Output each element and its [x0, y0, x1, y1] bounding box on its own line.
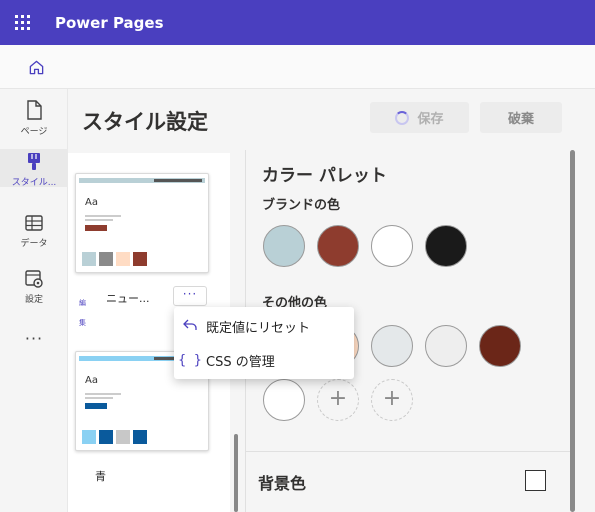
other-color-swatch[interactable]	[263, 379, 305, 421]
edit-icon[interactable]: 編集	[79, 293, 91, 333]
home-bar	[0, 45, 595, 89]
theme-card[interactable]: Aa	[75, 173, 209, 273]
background-color-swatch[interactable]	[525, 470, 546, 491]
add-color-button[interactable]: +	[317, 379, 359, 421]
other-color-swatch[interactable]	[371, 325, 413, 367]
save-button[interactable]: 保存	[370, 102, 469, 133]
nav-item-data[interactable]: データ	[0, 213, 68, 249]
paintbrush-icon	[28, 153, 40, 170]
manage-css-label: CSS の管理	[206, 355, 275, 370]
brand-color-swatch[interactable]	[263, 225, 305, 267]
theme-preview-text: Aa	[85, 197, 98, 208]
divider	[246, 451, 571, 452]
theme-preview-text: Aa	[85, 375, 98, 386]
palette-scrollbar[interactable]	[570, 150, 575, 512]
settings-icon	[25, 270, 43, 288]
spinner-icon	[395, 110, 410, 125]
home-icon[interactable]	[28, 59, 45, 76]
app-header: Power Pages	[0, 0, 595, 45]
page-title: スタイル設定	[82, 110, 208, 134]
undo-icon	[174, 319, 206, 335]
nav-item-settings[interactable]: 設定	[0, 269, 68, 305]
nav-label-styling: スタイル...	[11, 178, 57, 188]
app-launcher-button[interactable]	[0, 0, 44, 45]
reset-to-default-menu-item[interactable]: 既定値にリセット	[174, 310, 354, 343]
manage-css-menu-item[interactable]: { } CSS の管理	[174, 344, 354, 377]
braces-icon: { }	[178, 353, 202, 368]
theme-context-menu: 既定値にリセット { } CSS の管理	[174, 307, 354, 379]
brand-color-swatch[interactable]	[371, 225, 413, 267]
theme-name: 青	[95, 470, 106, 483]
brand-color-swatch[interactable]	[425, 225, 467, 267]
nav-label-pages: ページ	[20, 127, 48, 137]
theme-preview-button	[85, 403, 107, 409]
discard-button[interactable]: 破棄	[480, 102, 562, 133]
page-header: スタイル設定 保存 破棄	[68, 89, 595, 149]
theme-more-button[interactable]: ···	[173, 286, 207, 306]
brand-color-swatch[interactable]	[317, 225, 359, 267]
palette-title: カラー パレット	[262, 166, 387, 186]
app-name: Power Pages	[55, 13, 164, 32]
waffle-icon	[14, 15, 30, 30]
other-color-swatch[interactable]	[425, 325, 467, 367]
other-color-swatch[interactable]	[479, 325, 521, 367]
brand-colors-title: ブランドの色	[262, 198, 341, 213]
reset-to-default-label: 既定値にリセット	[206, 321, 311, 336]
table-icon	[25, 215, 43, 231]
left-nav: ページ スタイル... データ 設定 ···	[0, 89, 68, 512]
nav-label-data: データ	[20, 239, 48, 249]
nav-item-pages[interactable]: ページ	[0, 99, 68, 137]
nav-label-settings: 設定	[24, 295, 43, 305]
background-color-title: 背景色	[258, 474, 307, 493]
theme-name: ニュー...	[106, 292, 150, 305]
page-icon	[27, 100, 42, 120]
more-nav-button[interactable]: ···	[0, 329, 68, 348]
save-label: 保存	[417, 112, 444, 127]
nav-item-styling[interactable]: スタイル...	[0, 149, 68, 188]
theme-list-scrollbar[interactable]	[234, 434, 238, 512]
add-color-button[interactable]: +	[371, 379, 413, 421]
theme-preview-button	[85, 225, 107, 231]
